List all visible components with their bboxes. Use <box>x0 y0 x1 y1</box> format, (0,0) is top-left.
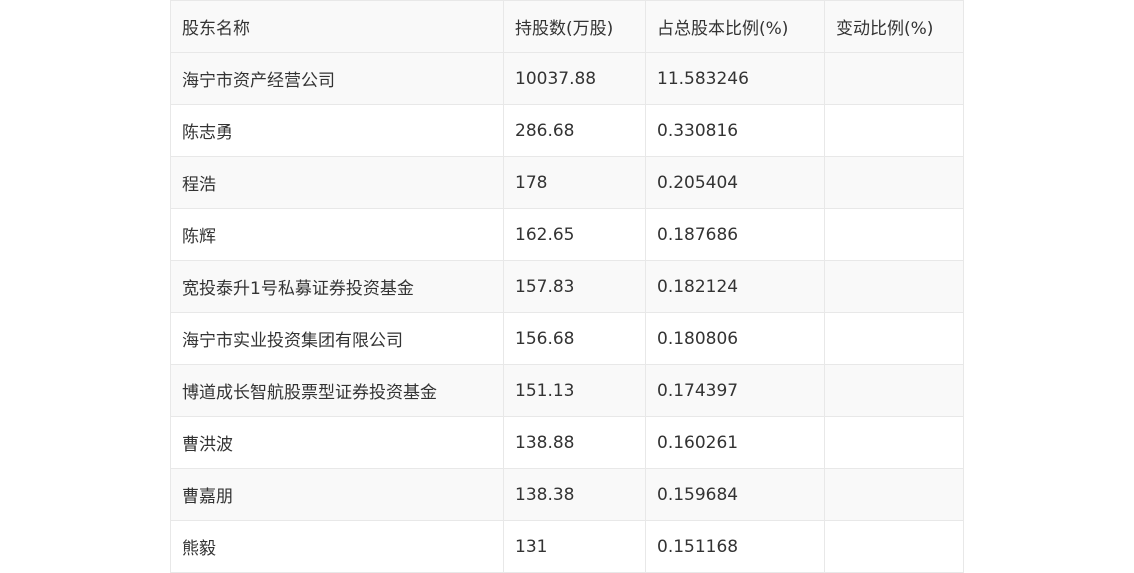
cell-shares-held: 178 <box>503 156 646 209</box>
table-row: 曹洪波 138.88 0.160261 <box>170 416 964 469</box>
cell-share-ratio: 0.174397 <box>645 364 825 417</box>
cell-change-ratio <box>824 104 964 157</box>
header-shares-held: 持股数(万股) <box>503 0 646 53</box>
cell-change-ratio <box>824 260 964 313</box>
cell-shareholder-name: 陈辉 <box>170 208 504 261</box>
cell-share-ratio: 0.151168 <box>645 520 825 573</box>
cell-shareholder-name: 海宁市实业投资集团有限公司 <box>170 312 504 365</box>
cell-change-ratio <box>824 416 964 469</box>
shareholder-table: 股东名称 持股数(万股) 占总股本比例(%) 变动比例(%) 海宁市资产经营公司… <box>170 0 964 573</box>
cell-shares-held: 138.88 <box>503 416 646 469</box>
cell-shareholder-name: 海宁市资产经营公司 <box>170 52 504 105</box>
table-row: 程浩 178 0.205404 <box>170 156 964 209</box>
cell-change-ratio <box>824 364 964 417</box>
cell-change-ratio <box>824 52 964 105</box>
cell-shares-held: 286.68 <box>503 104 646 157</box>
cell-change-ratio <box>824 208 964 261</box>
table-row: 海宁市资产经营公司 10037.88 11.583246 <box>170 52 964 105</box>
cell-shares-held: 138.38 <box>503 468 646 521</box>
header-share-ratio: 占总股本比例(%) <box>645 0 825 53</box>
cell-shares-held: 162.65 <box>503 208 646 261</box>
cell-share-ratio: 0.160261 <box>645 416 825 469</box>
cell-share-ratio: 11.583246 <box>645 52 825 105</box>
table-row: 曹嘉朋 138.38 0.159684 <box>170 468 964 521</box>
cell-share-ratio: 0.205404 <box>645 156 825 209</box>
cell-change-ratio <box>824 520 964 573</box>
cell-shares-held: 10037.88 <box>503 52 646 105</box>
cell-shareholder-name: 程浩 <box>170 156 504 209</box>
table-row: 海宁市实业投资集团有限公司 156.68 0.180806 <box>170 312 964 365</box>
table-row: 陈辉 162.65 0.187686 <box>170 208 964 261</box>
cell-share-ratio: 0.330816 <box>645 104 825 157</box>
table-row: 陈志勇 286.68 0.330816 <box>170 104 964 157</box>
cell-shareholder-name: 博道成长智航股票型证券投资基金 <box>170 364 504 417</box>
cell-shareholder-name: 宽投泰升1号私募证券投资基金 <box>170 260 504 313</box>
cell-change-ratio <box>824 468 964 521</box>
cell-share-ratio: 0.159684 <box>645 468 825 521</box>
table-row: 博道成长智航股票型证券投资基金 151.13 0.174397 <box>170 364 964 417</box>
cell-shares-held: 156.68 <box>503 312 646 365</box>
cell-change-ratio <box>824 156 964 209</box>
shareholder-table-container: 股东名称 持股数(万股) 占总股本比例(%) 变动比例(%) 海宁市资产经营公司… <box>170 0 964 573</box>
cell-shareholder-name: 熊毅 <box>170 520 504 573</box>
cell-shares-held: 131 <box>503 520 646 573</box>
cell-share-ratio: 0.180806 <box>645 312 825 365</box>
cell-shares-held: 151.13 <box>503 364 646 417</box>
header-change-ratio: 变动比例(%) <box>824 0 964 53</box>
cell-change-ratio <box>824 312 964 365</box>
header-shareholder-name: 股东名称 <box>170 0 504 53</box>
cell-shareholder-name: 曹嘉朋 <box>170 468 504 521</box>
cell-share-ratio: 0.187686 <box>645 208 825 261</box>
cell-share-ratio: 0.182124 <box>645 260 825 313</box>
table-row: 熊毅 131 0.151168 <box>170 520 964 573</box>
table-row: 宽投泰升1号私募证券投资基金 157.83 0.182124 <box>170 260 964 313</box>
cell-shareholder-name: 曹洪波 <box>170 416 504 469</box>
cell-shareholder-name: 陈志勇 <box>170 104 504 157</box>
table-header-row: 股东名称 持股数(万股) 占总股本比例(%) 变动比例(%) <box>170 0 964 53</box>
cell-shares-held: 157.83 <box>503 260 646 313</box>
